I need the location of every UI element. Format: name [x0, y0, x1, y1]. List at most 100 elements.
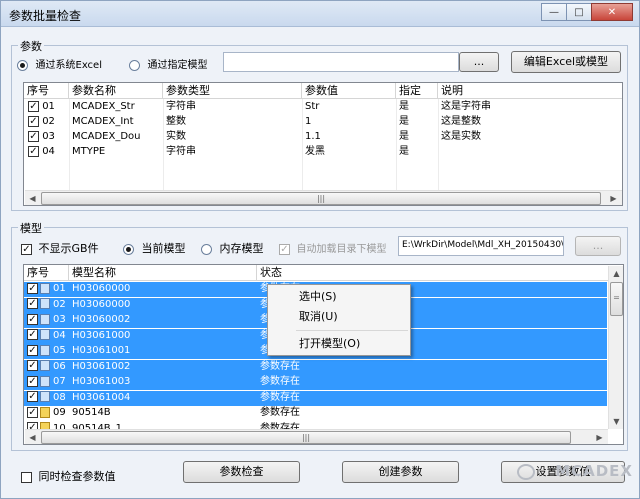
params-table[interactable]: 序号 参数名称 参数类型 参数值 指定 说明 ✓ 01 MCADEX_Str 字… — [23, 82, 623, 206]
params-row[interactable]: ✓ 03 MCADEX_Dou 实数 1.1 是 这是实数 — [24, 130, 622, 145]
dialog-window: 参数批量检查 — □ ✕ 参数 通过系统Excel 通过指定模型 ... 编辑E… — [0, 0, 640, 499]
radio-model[interactable]: 通过指定模型 — [129, 56, 208, 71]
menu-item-cancel[interactable]: 取消(U) — [270, 307, 408, 327]
row-no: 06 — [53, 360, 66, 372]
row-checkbox[interactable]: ✓ — [27, 298, 38, 309]
hide-gb-check-icon[interactable]: ✓ — [21, 243, 32, 255]
scroll-up-icon[interactable]: ▲ — [609, 266, 623, 281]
col-header-status[interactable]: 状态 — [257, 265, 608, 281]
model-row-index-cell: ✓ 04 — [25, 329, 69, 344]
radio-memory-model[interactable]: 内存模型 — [201, 240, 264, 256]
model-name: H03060000 — [72, 283, 131, 294]
col-header-value[interactable]: 参数值 — [302, 83, 396, 99]
models-table-header: 序号 模型名称 状态 — [24, 265, 608, 281]
row-checkbox[interactable]: ✓ — [27, 360, 38, 371]
radio-current-model[interactable]: 当前模型 — [123, 240, 186, 256]
models-vscrollbar[interactable]: ▲ = ▼ — [608, 266, 623, 429]
scroll-right-icon[interactable]: ▶ — [606, 191, 621, 205]
check-values-checkbox[interactable]: 同时检查参数值 — [21, 468, 116, 484]
param-spec: 是 — [399, 101, 409, 112]
part-icon — [40, 375, 50, 387]
row-no: 03 — [53, 314, 66, 325]
models-hscroll-thumb[interactable]: ||| — [41, 431, 571, 444]
row-checkbox[interactable]: ✓ — [27, 282, 38, 294]
params-row[interactable]: ✓ 04 MTYPE 字符串 发黑 是 — [24, 145, 622, 160]
maximize-button[interactable]: □ — [566, 3, 592, 21]
model-row-index-cell: ✓ 01 — [25, 282, 69, 297]
model-path-input[interactable] — [223, 52, 459, 72]
row-checkbox[interactable]: ✓ — [27, 329, 38, 340]
row-checkbox[interactable]: ✓ — [28, 115, 39, 127]
radio-memory-label: 内存模型 — [219, 242, 264, 255]
minimize-button[interactable]: — — [541, 3, 567, 21]
col-header-spec[interactable]: 指定 — [396, 83, 438, 99]
col-header-no[interactable]: 序号 — [24, 265, 69, 281]
part-icon — [40, 298, 50, 309]
radio-memory-indicator[interactable] — [201, 243, 212, 255]
param-type: 实数 — [166, 131, 186, 142]
model-dir-input[interactable]: E:\WrkDir\Model\Mdl_XH_20150430\ — [398, 236, 564, 256]
scroll-right-icon[interactable]: ▶ — [592, 430, 607, 444]
model-row[interactable]: ✓ 09 90514B 参数存在 — [24, 406, 607, 421]
param-check-button[interactable]: 参数检查 — [183, 461, 300, 483]
row-no: 01 — [53, 283, 66, 294]
auto-load-label: 自动加载目录下模型 — [296, 244, 387, 255]
param-desc: 这是字符串 — [441, 101, 491, 112]
context-menu: 选中(S) 取消(U) 打开模型(O) — [267, 284, 411, 356]
params-hscroll-thumb[interactable]: ||| — [41, 192, 601, 205]
auto-load-checkbox[interactable]: ✓ 自动加载目录下模型 — [279, 240, 387, 255]
col-header-model-name[interactable]: 模型名称 — [69, 265, 257, 281]
row-checkbox[interactable]: ✓ — [27, 375, 38, 387]
col-header-desc[interactable]: 说明 — [438, 83, 622, 99]
row-checkbox[interactable]: ✓ — [27, 406, 38, 418]
model-row-index-cell: ✓ 05 — [25, 344, 69, 359]
model-name: H03060002 — [72, 314, 131, 325]
params-browse-button[interactable]: ... — [459, 52, 499, 72]
radio-model-indicator[interactable] — [129, 59, 140, 71]
params-hscrollbar[interactable]: ◀ ||| ▶ — [25, 190, 622, 205]
row-checkbox[interactable]: ✓ — [27, 313, 38, 325]
models-hscrollbar[interactable]: ◀ ||| ▶ — [25, 429, 608, 444]
title-bar[interactable]: 参数批量检查 — □ ✕ — [1, 1, 639, 27]
model-name: H03061000 — [72, 329, 131, 341]
check-values-label: 同时检查参数值 — [38, 470, 116, 483]
radio-excel[interactable]: 通过系统Excel — [17, 56, 102, 71]
model-status: 参数存在 — [260, 376, 300, 387]
menu-item-open-model[interactable]: 打开模型(O) — [270, 334, 408, 354]
part-icon — [40, 329, 50, 340]
params-row[interactable]: ✓ 01 MCADEX_Str 字符串 Str 是 这是字符串 — [24, 100, 622, 115]
close-button[interactable]: ✕ — [591, 3, 633, 21]
radio-excel-indicator[interactable] — [17, 59, 28, 71]
scroll-left-icon[interactable]: ◀ — [25, 430, 40, 444]
row-no: 03 — [42, 131, 55, 142]
radio-current-indicator[interactable] — [123, 243, 134, 255]
col-header-no[interactable]: 序号 — [24, 83, 69, 99]
row-checkbox[interactable]: ✓ — [27, 344, 38, 356]
row-checkbox[interactable]: ✓ — [28, 130, 39, 142]
scroll-down-icon[interactable]: ▼ — [609, 414, 623, 429]
col-header-type[interactable]: 参数类型 — [163, 83, 302, 99]
params-row[interactable]: ✓ 02 MCADEX_Int 整数 1 是 这是整数 — [24, 115, 622, 130]
part-icon — [40, 344, 50, 356]
model-row[interactable]: ✓ 08 H03061004 参数存在 — [24, 390, 607, 406]
model-row-index-cell: ✓ 08 — [25, 391, 69, 406]
model-row-index-cell: ✓ 09 — [25, 406, 69, 421]
hide-gb-checkbox[interactable]: ✓ 不显示GB件 — [21, 240, 99, 256]
part-icon — [40, 282, 50, 294]
models-browse-button[interactable]: ... — [575, 236, 621, 256]
row-checkbox[interactable]: ✓ — [28, 145, 39, 157]
scroll-left-icon[interactable]: ◀ — [25, 191, 40, 205]
create-param-button[interactable]: 创建参数 — [342, 461, 459, 483]
col-header-name[interactable]: 参数名称 — [69, 83, 163, 99]
model-row[interactable]: ✓ 06 H03061002 参数存在 — [24, 359, 607, 375]
menu-item-select[interactable]: 选中(S) — [270, 287, 408, 307]
row-checkbox[interactable]: ✓ — [27, 391, 38, 402]
edit-excel-button[interactable]: 编辑Excel或模型 — [511, 51, 621, 73]
row-checkbox[interactable]: ✓ — [28, 100, 39, 112]
model-status: 参数存在 — [260, 360, 300, 372]
model-row[interactable]: ✓ 07 H03061003 参数存在 — [24, 375, 607, 390]
check-values-box[interactable] — [21, 471, 32, 483]
row-no: 09 — [53, 407, 66, 418]
models-vscroll-thumb[interactable]: = — [610, 282, 623, 316]
auto-load-check-icon[interactable]: ✓ — [279, 243, 290, 255]
